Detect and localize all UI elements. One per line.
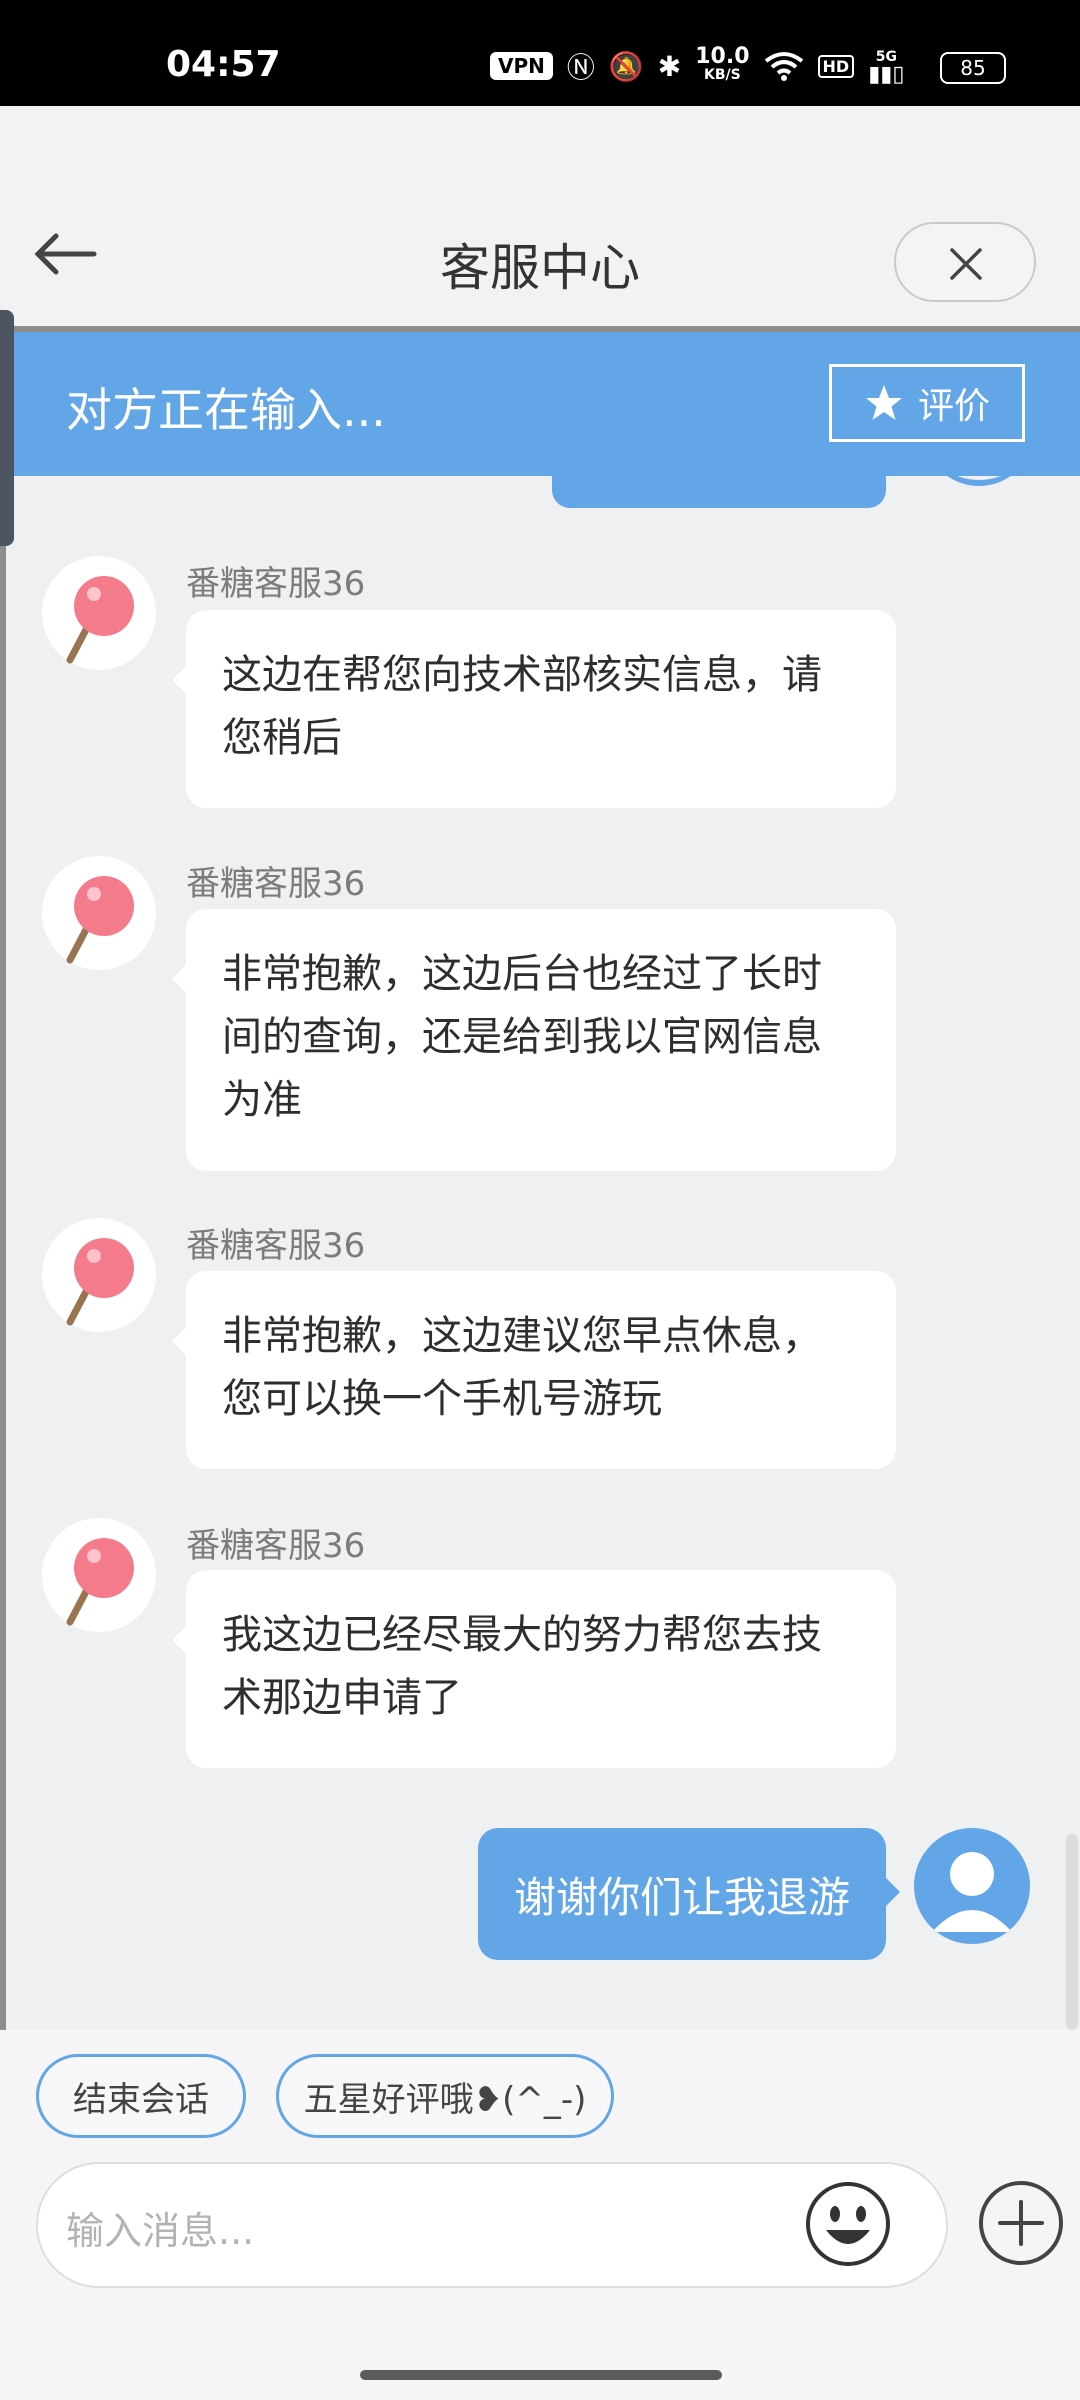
agent-avatar (42, 556, 156, 670)
agent-avatar (42, 1518, 156, 1632)
lollipop-icon (66, 1538, 134, 1626)
chat-screen: 04:57 VPN Ⓝ 🔕 ✱ 10.0 KB/S HD 5G ▮▮▯ 85 客… (0, 0, 1080, 2400)
mute-icon: 🔕 (608, 49, 644, 83)
rate-button[interactable]: 评价 (829, 364, 1025, 442)
hd-icon: HD (817, 54, 855, 78)
agent-name: 番糖客服36 (186, 864, 366, 904)
scrollbar[interactable] (1066, 1834, 1078, 2030)
lollipop-icon (66, 876, 134, 964)
wifi-icon (764, 52, 803, 81)
user-message-bubble: 谢谢你们让我退游 (478, 1828, 900, 1960)
status-icons: VPN Ⓝ 🔕 ✱ 10.0 KB/S HD 5G ▮▮▯ (490, 46, 905, 86)
signal-icon: 5G ▮▮▯ (868, 49, 905, 87)
vpn-icon: VPN (490, 52, 553, 80)
agent-message-bubble: 非常抱歉，这边建议您早点休息，您可以换一个手机号游玩 (172, 1271, 896, 1469)
edge-line (0, 546, 6, 2286)
agent-message-bubble: 我这边已经尽最大的努力帮您去技术那边申请了 (172, 1570, 896, 1768)
network-speed: 10.0 KB/S (695, 46, 749, 84)
home-indicator[interactable] (360, 2370, 722, 2380)
agent-name: 番糖客服36 (186, 564, 366, 604)
nfc-icon: Ⓝ (566, 51, 595, 84)
close-icon (950, 248, 982, 280)
bluetooth-icon: ✱ (657, 49, 682, 83)
lollipop-icon (66, 1238, 134, 1326)
end-session-chip[interactable]: 结束会话 (36, 2054, 246, 2138)
lollipop-icon (66, 576, 134, 664)
agent-message-bubble: 非常抱歉，这边后台也经过了长时间的查询，还是给到我以官网信息为准 (172, 909, 896, 1171)
typing-banner: 对方正在输入... 评价 (14, 332, 1080, 476)
star-icon (865, 385, 902, 420)
agent-message-bubble: 这边在帮您向技术部核实信息，请您稍后 (172, 610, 896, 808)
smiley-icon[interactable] (804, 2180, 892, 2268)
agent-avatar (42, 856, 156, 970)
status-time: 04:57 (166, 44, 281, 85)
battery-icon: 85 (940, 52, 1006, 84)
network-type: 5G (875, 49, 897, 65)
user-avatar-icon (914, 1828, 1030, 1944)
close-button[interactable] (894, 222, 1036, 302)
typing-indicator: 对方正在输入... (66, 383, 386, 437)
edge-handle (0, 310, 14, 546)
status-bar: 04:57 VPN Ⓝ 🔕 ✱ 10.0 KB/S HD 5G ▮▮▯ 85 (0, 0, 1080, 106)
agent-name: 番糖客服36 (186, 1226, 366, 1266)
rate-label: 评价 (917, 386, 990, 427)
five-star-chip[interactable]: 五星好评哦❥(^_-) (276, 2054, 614, 2138)
agent-avatar (42, 1218, 156, 1332)
message-placeholder: 输入消息... (66, 2209, 255, 2253)
plus-icon[interactable] (976, 2178, 1066, 2268)
agent-name: 番糖客服36 (186, 1526, 366, 1566)
